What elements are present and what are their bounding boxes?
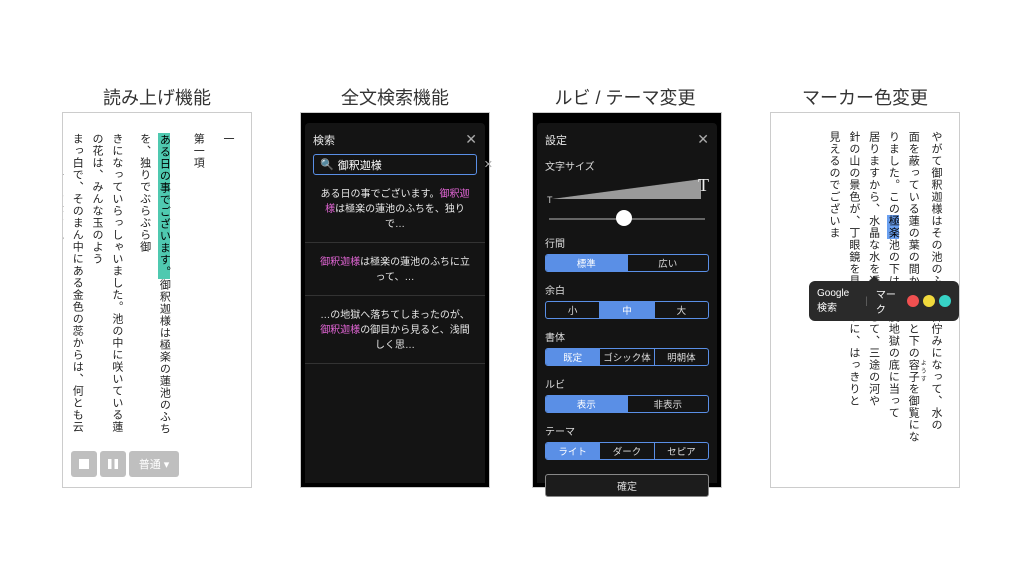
panel-title-ruby-theme: ルビ / テーマ変更 xyxy=(520,84,730,110)
chevron-down-icon: ▾ xyxy=(164,458,170,471)
segment-option[interactable]: 広い xyxy=(627,255,709,271)
body-line: ある日の事でございます。御釈迦様は極楽の蓮池のふちを、独りでぶらぶら御 xyxy=(134,133,174,437)
panel-title-tts: 読み上げ機能 xyxy=(62,84,252,110)
search-sheet: 検索 ✕ 🔍 ✕ ある日の事でございます。御釈迦様は極楽の蓮池のふちを、独りで…… xyxy=(305,123,485,483)
search-result-item[interactable]: 御釈迦様は極楽の蓮池のふちに立って、… xyxy=(313,255,477,285)
segment-option[interactable]: 非表示 xyxy=(627,396,709,412)
tts-current-sentence: ある日の事でございます。 xyxy=(158,133,170,279)
search-hit: 御釈迦様 xyxy=(320,325,360,336)
stop-icon xyxy=(79,459,89,469)
divider xyxy=(305,363,485,364)
search-field[interactable]: 🔍 ✕ xyxy=(313,154,477,175)
reader-panel-marker: やがて御釈迦様はその池のふちに御佇みになって、水の 面を蔽っている蓮の葉の間から… xyxy=(770,112,960,488)
confirm-button[interactable]: 確定 xyxy=(545,474,709,497)
settings-sheet: 設定 ✕ 文字サイズ T T 行間 標準広い 余白 小中大 書体 既定ゴシック体… xyxy=(537,123,717,483)
segment-option[interactable]: セピア xyxy=(654,443,708,459)
divider xyxy=(305,242,485,243)
segment-option[interactable]: 明朝体 xyxy=(654,349,708,365)
margin-label: 余白 xyxy=(545,282,709,297)
segment-option[interactable]: 表示 xyxy=(546,396,627,412)
search-icon: 🔍 xyxy=(320,158,334,171)
tts-stop-button[interactable] xyxy=(71,451,97,477)
segment-option[interactable]: 既定 xyxy=(546,349,599,365)
selected-text[interactable]: 極楽 xyxy=(887,215,899,239)
theme-segmented[interactable]: ライトダークセピア xyxy=(545,442,709,460)
mark-action[interactable]: マーク xyxy=(876,286,899,316)
panel-title-search: 全文検索機能 xyxy=(300,84,490,110)
segment-option[interactable]: ライト xyxy=(546,443,599,459)
selection-popover: Google検索 | マーク xyxy=(809,281,959,321)
clear-search-button[interactable]: ✕ xyxy=(484,158,493,171)
ruby: 容子ようす xyxy=(907,359,919,383)
marker-color-group xyxy=(907,295,951,307)
tts-pause-button[interactable] xyxy=(100,451,126,477)
google-search-action[interactable]: Google検索 xyxy=(817,288,857,314)
reader-panel-tts: 一 第一項 ある日の事でございます。御釈迦様は極楽の蓮池のふちを、独りでぶらぶら… xyxy=(62,112,252,488)
divider xyxy=(305,295,485,296)
font-size-slider[interactable] xyxy=(545,213,709,225)
segment-option[interactable]: 小 xyxy=(546,302,599,318)
body-line: まっ白で、そのまん中にある金色の蕊からは、何とも云えない好い匂が、絶間なく xyxy=(62,133,86,437)
line-height-label: 行間 xyxy=(545,235,709,250)
segment-option[interactable]: ゴシック体 xyxy=(599,349,653,365)
body-line: きになっていらっしゃいました。池の中に咲いている蓮の花は、みんな玉のよう xyxy=(86,133,126,437)
line-height-segmented[interactable]: 標準広い xyxy=(545,254,709,272)
font-size-label: 文字サイズ xyxy=(545,158,709,173)
segment-option[interactable]: 大 xyxy=(654,302,708,318)
margin-segmented[interactable]: 小中大 xyxy=(545,301,709,319)
settings-header: 設定 xyxy=(545,132,567,148)
search-header: 検索 xyxy=(313,132,335,148)
chapter-number: 一 xyxy=(217,133,237,437)
search-input[interactable] xyxy=(338,159,480,171)
font-family-label: 書体 xyxy=(545,329,709,344)
marker-color-yellow[interactable] xyxy=(923,295,935,307)
search-result-item[interactable]: ある日の事でございます。御釈迦様は極楽の蓮池のふちを、独りで… xyxy=(313,187,477,232)
marker-color-cyan[interactable] xyxy=(939,295,951,307)
marker-color-red[interactable] xyxy=(907,295,919,307)
font-family-segmented[interactable]: 既定ゴシック体明朝体 xyxy=(545,348,709,366)
segment-option[interactable]: 中 xyxy=(599,302,653,318)
pause-icon xyxy=(108,459,118,469)
tts-speed-select[interactable]: 普通 ▾ xyxy=(129,451,179,477)
tts-control-bar: 普通 ▾ xyxy=(71,451,179,477)
segment-option[interactable]: ダーク xyxy=(599,443,653,459)
font-size-indicator: T T xyxy=(545,177,709,211)
ruby-segmented[interactable]: 表示非表示 xyxy=(545,395,709,413)
tts-speed-value: 普通 xyxy=(139,456,161,472)
slider-knob[interactable] xyxy=(616,210,632,226)
size-triangle-icon xyxy=(551,179,701,199)
ruby-label: ルビ xyxy=(545,376,709,391)
search-result-item[interactable]: …の地獄へ落ちてしまったのが、御釈迦様の御目から見ると、浅間しく思… xyxy=(313,308,477,353)
large-t-icon: T xyxy=(698,175,709,196)
close-button[interactable]: ✕ xyxy=(465,131,477,148)
small-t-icon: T xyxy=(547,195,553,205)
panel-title-marker: マーカー色変更 xyxy=(770,84,960,110)
section-heading: 第一項 xyxy=(187,133,207,437)
segment-option[interactable]: 標準 xyxy=(546,255,627,271)
search-panel: 検索 ✕ 🔍 ✕ ある日の事でございます。御釈迦様は極楽の蓮池のふちを、独りで…… xyxy=(300,112,490,488)
close-button[interactable]: ✕ xyxy=(697,131,709,148)
theme-label: テーマ xyxy=(545,423,709,438)
search-hit: 御釈迦様 xyxy=(320,257,360,268)
settings-panel: 設定 ✕ 文字サイズ T T 行間 標準広い 余白 小中大 書体 既定ゴシック体… xyxy=(532,112,722,488)
